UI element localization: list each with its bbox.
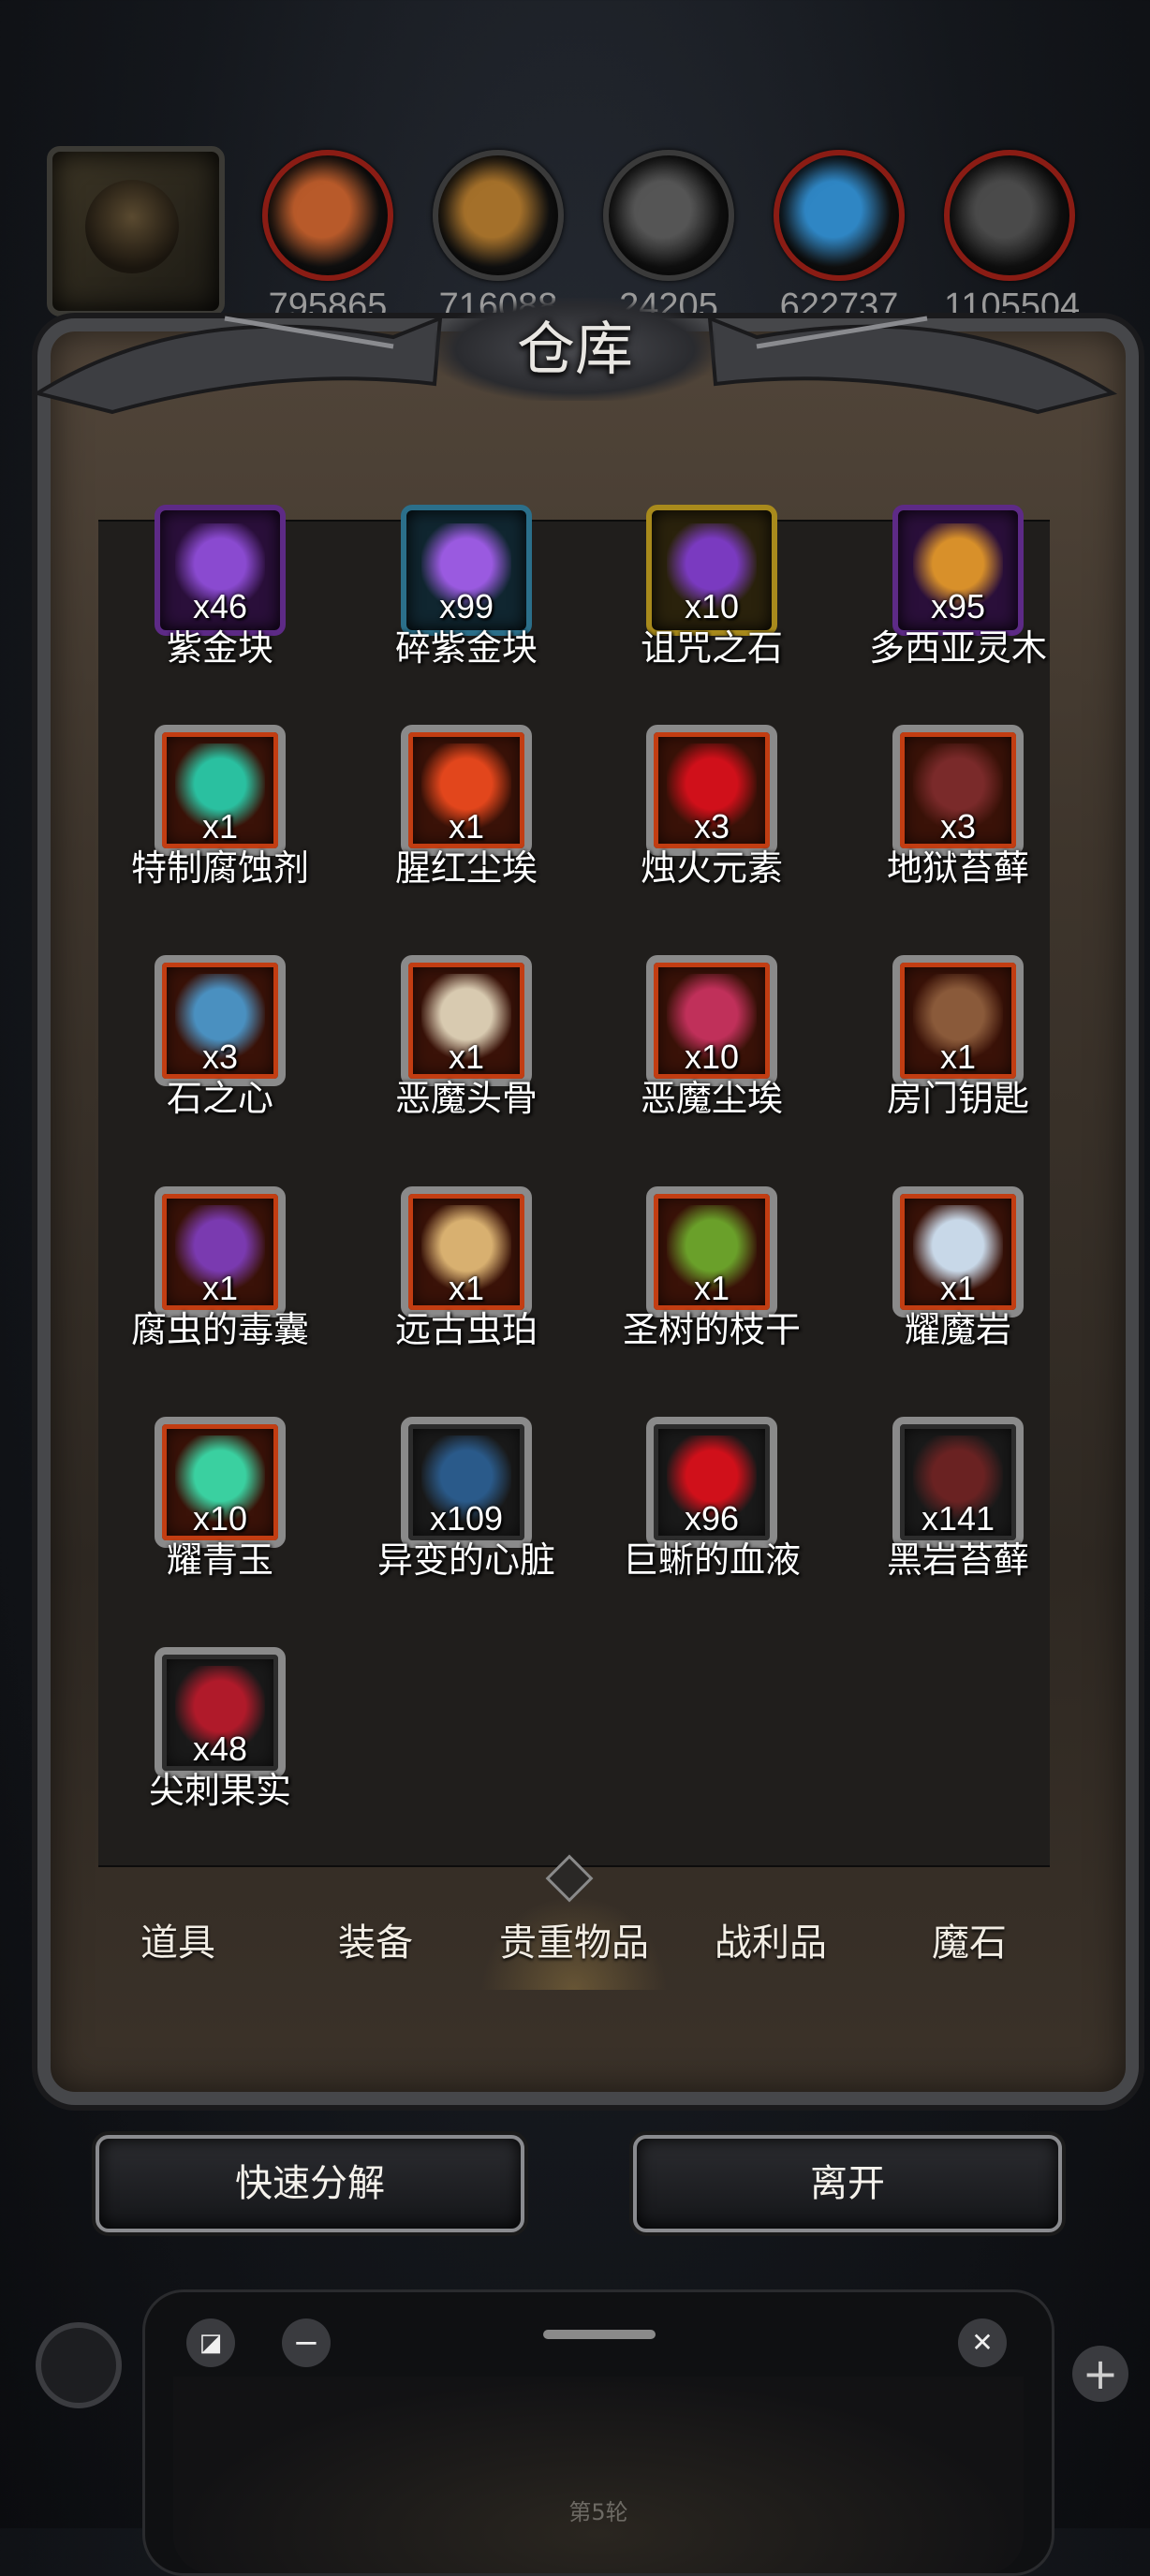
item-slot[interactable]: x3 烛火元素 [599, 725, 824, 912]
item-slot[interactable]: x1 特制腐蚀剂 [108, 725, 332, 912]
item-grid: x46 紫金块 x99 碎紫金块 x10 诅咒之石 x95 多西亚灵木 x1 特制腐蚀剂 x1 腥红尘… [98, 505, 1050, 1865]
tab-loot[interactable]: 战利品 [677, 1896, 864, 1990]
tab-magic-stones[interactable]: 魔石 [876, 1896, 1063, 1990]
item-name: 地狱苔藓 [886, 847, 1029, 889]
tab-equipment[interactable]: 装备 [282, 1896, 469, 1990]
item-name: 特制腐蚀剂 [130, 847, 309, 889]
item-slot[interactable]: x1 房门钥匙 [846, 955, 1070, 1142]
item-name: 恶魔头骨 [394, 1078, 538, 1119]
round-label: 第5轮 [568, 2499, 628, 2525]
close-icon[interactable]: ✕ [958, 2318, 1007, 2367]
drag-handle[interactable] [543, 2330, 656, 2339]
page-title: 仓库 [435, 298, 715, 401]
item-slot[interactable]: x10 诅咒之石 [599, 505, 824, 692]
item-name: 房门钥匙 [886, 1078, 1029, 1119]
copper-ore-icon [262, 150, 393, 281]
tab-items[interactable]: 道具 [84, 1896, 272, 1990]
item-slot[interactable]: x1 恶魔头骨 [354, 955, 579, 1142]
item-slot[interactable]: x3 石之心 [108, 955, 332, 1142]
iron-ingot-icon [603, 150, 734, 281]
wood-planks-icon [433, 150, 564, 281]
resize-icon[interactable]: ◪ [186, 2318, 235, 2367]
item-name: 腥红尘埃 [394, 847, 538, 889]
item-slot[interactable]: x1 耀魔岩 [846, 1186, 1070, 1374]
minimize-icon[interactable]: − [282, 2318, 331, 2367]
item-name: 多西亚灵木 [868, 627, 1047, 669]
item-name: 烛火元素 [640, 847, 783, 889]
floating-window: ◪ − ✕ 第5轮 [142, 2289, 1054, 2576]
plus-icon[interactable]: + [1072, 2346, 1128, 2402]
item-slot[interactable]: x1 圣树的枝干 [599, 1186, 824, 1374]
item-slot[interactable]: x10 恶魔尘埃 [599, 955, 824, 1142]
item-slot[interactable]: x10 耀青玉 [108, 1417, 332, 1604]
item-name: 诅咒之石 [640, 627, 783, 669]
item-name: 圣树的枝干 [622, 1309, 801, 1350]
item-name: 耀青玉 [166, 1539, 273, 1581]
item-name: 石之心 [166, 1078, 273, 1119]
quick-decompose-button[interactable]: 快速分解 [96, 2135, 524, 2232]
item-name: 远古虫珀 [394, 1309, 538, 1350]
item-slot[interactable]: x3 地狱苔藓 [846, 725, 1070, 912]
item-name: 尖刺果实 [148, 1770, 291, 1811]
item-slot[interactable]: x99 碎紫金块 [354, 505, 579, 692]
item-slot[interactable]: x96 巨蜥的血液 [599, 1417, 824, 1604]
item-slot[interactable]: x95 多西亚灵木 [846, 505, 1070, 692]
item-name: 巨蜥的血液 [622, 1539, 801, 1581]
settings-gear-icon[interactable] [36, 2322, 122, 2408]
item-name: 碎紫金块 [394, 627, 538, 669]
leave-button[interactable]: 离开 [633, 2135, 1062, 2232]
item-name: 紫金块 [166, 627, 273, 669]
game-preview: 第5轮 [173, 2377, 1024, 2573]
item-name: 恶魔尘埃 [640, 1078, 783, 1119]
item-name: 异变的心脏 [376, 1539, 555, 1581]
item-slot[interactable]: x1 远古虫珀 [354, 1186, 579, 1374]
category-tabs: 道具 装备 贵重物品 战利品 魔石 [98, 1873, 1050, 2013]
item-slot[interactable]: x1 腐虫的毒囊 [108, 1186, 332, 1374]
tab-valuables[interactable]: 贵重物品 [480, 1896, 668, 1990]
steel-ingot-icon [944, 150, 1075, 281]
avatar [85, 180, 179, 273]
item-slot[interactable]: x141 黑岩苔藓 [846, 1417, 1070, 1604]
item-slot[interactable]: x48 尖刺果实 [108, 1647, 332, 1834]
item-name: 耀魔岩 [904, 1309, 1011, 1350]
item-name: 腐虫的毒囊 [130, 1309, 309, 1350]
item-slot[interactable]: x109 异变的心脏 [354, 1417, 579, 1604]
item-name: 黑岩苔藓 [886, 1539, 1029, 1581]
blue-crystal-icon [774, 150, 905, 281]
item-slot[interactable]: x46 紫金块 [108, 505, 332, 692]
item-slot[interactable]: x1 腥红尘埃 [354, 725, 579, 912]
